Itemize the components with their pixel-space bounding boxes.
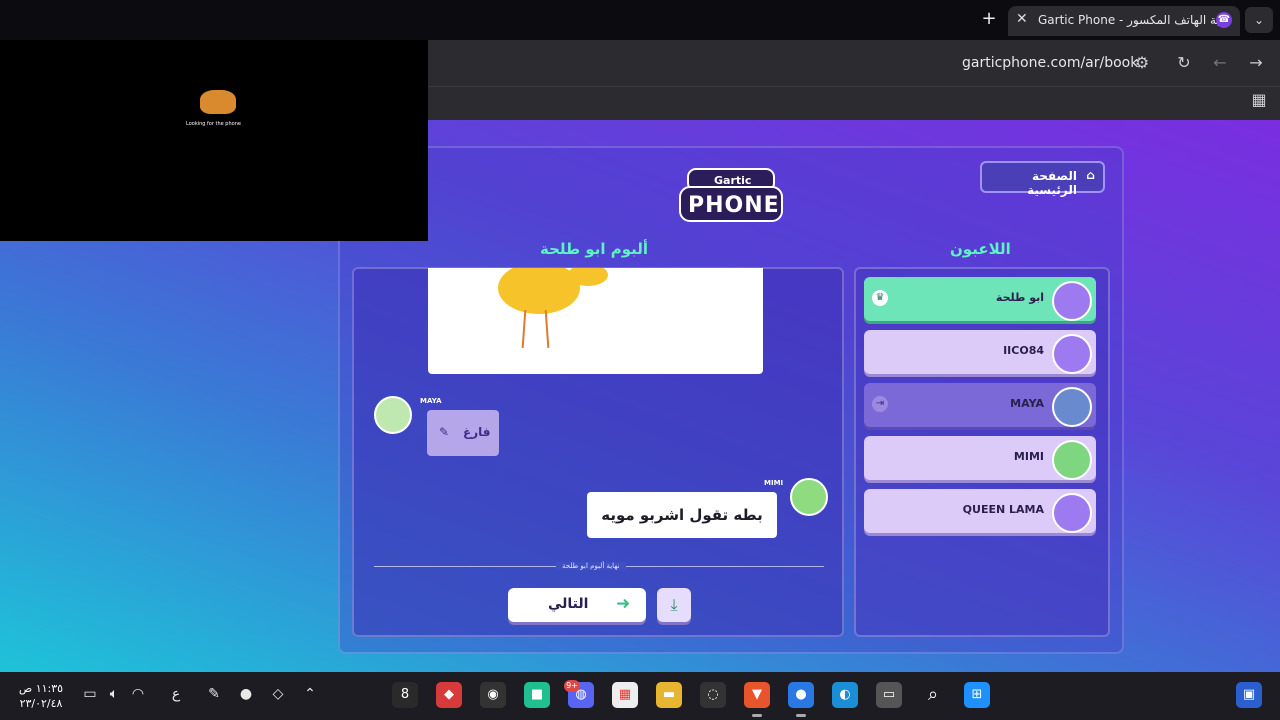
picture-in-picture-window[interactable]: Looking for the phone (0, 40, 428, 241)
time-text: ١١:٣٥ ص (18, 682, 64, 695)
home-button-label: الصفحة الرئيسية (1027, 169, 1077, 197)
favicon-icon: ☎ (1216, 12, 1232, 28)
next-button-label: التالي (548, 596, 589, 612)
download-button[interactable]: ⤓ (657, 588, 691, 622)
empty-answer-bubble: فارغ ✎ (427, 410, 499, 456)
drawing-canvas (428, 268, 763, 374)
message-author: MAYA (420, 397, 442, 405)
logo-bottom-text: PHONE (688, 193, 780, 218)
close-tab-icon[interactable]: ✕ (1016, 11, 1028, 27)
brave-icon[interactable]: ▼ (744, 682, 770, 717)
language-indicator[interactable]: ع (166, 686, 186, 702)
away-icon: ⇥ (872, 396, 888, 412)
album-end-label: نهاية ألبوم ابو طلحة (556, 562, 626, 570)
player-row: ♛ ابو طلحة (864, 277, 1096, 321)
tab-search-button[interactable]: ⌄ (1245, 7, 1273, 33)
avatar (1052, 281, 1092, 321)
empty-label: فارغ (463, 425, 491, 439)
duck-leg (544, 309, 550, 349)
next-button[interactable]: التالي ➜ (508, 588, 646, 622)
home-button[interactable]: ⌂ الصفحة الرئيسية (980, 161, 1105, 197)
crown-icon: ♛ (872, 290, 888, 306)
avatar (1052, 387, 1092, 427)
player-row: ⇥ MAYA (864, 383, 1096, 427)
reload-icon[interactable]: ↻ (1172, 51, 1196, 75)
chrome-icon[interactable]: ● (788, 682, 814, 717)
gartic-phone-logo: Gartic PHONE (678, 161, 784, 225)
address-bar[interactable]: garticphone.com/ar/book (962, 55, 1138, 71)
tab-title: Gartic Phone - لعبة الهاتف المكسور (1038, 13, 1230, 27)
app-chat-icon[interactable]: ■ (524, 682, 550, 708)
browser-tab[interactable]: ✕ Gartic Phone - لعبة الهاتف المكسور ☎ (1008, 6, 1240, 36)
app-game-icon[interactable]: ◆ (436, 682, 462, 708)
guess-bubble: بطه تقول اشربو مويه (587, 492, 777, 538)
avatar (790, 478, 828, 516)
bookmarks-bar (428, 86, 1280, 121)
edge-icon[interactable]: ◐ (832, 682, 858, 708)
taskbar (0, 672, 1280, 720)
logo-top-text: Gartic (714, 174, 752, 187)
pip-caption: Looking for the phone (186, 121, 241, 127)
album-heading: ألبوم ابو طلحة (540, 240, 649, 258)
player-row: IICO84 (864, 330, 1096, 374)
duck-head (568, 268, 608, 286)
clock[interactable]: ١١:٣٥ ص ٢٣/٠٢/٤٨ (18, 681, 64, 711)
duck-leg (521, 309, 527, 349)
forward-icon[interactable]: → (1244, 51, 1268, 75)
home-icon: ⌂ (1086, 168, 1095, 182)
battery-icon[interactable]: ▭ (80, 686, 100, 702)
player-name: ابو طلحة (995, 291, 1044, 304)
player-name: MAYA (1010, 397, 1044, 410)
player-name: QUEEN LAMA (962, 503, 1044, 516)
app-obs-icon[interactable]: ◉ (480, 682, 506, 708)
arrow-right-icon: ➜ (616, 594, 631, 614)
app-8ball-icon[interactable]: 8 (392, 682, 418, 708)
avatar (1052, 334, 1092, 374)
search-icon[interactable]: ⌕ (920, 682, 946, 708)
desktop-icon[interactable]: ▣ (1236, 682, 1262, 708)
site-settings-icon[interactable]: ⚙ (1130, 51, 1154, 75)
wifi-icon[interactable]: ◠ (128, 686, 148, 702)
avatar (374, 396, 412, 434)
back-icon[interactable]: ← (1208, 51, 1232, 75)
avatar (1052, 493, 1092, 533)
notification-badge: 9+ (564, 680, 580, 692)
date-text: ٢٣/٠٢/٤٨ (19, 697, 63, 710)
player-row: QUEEN LAMA (864, 489, 1096, 533)
windows-start-icon[interactable]: ⊞ (964, 682, 990, 708)
pen-icon[interactable]: ✎ (204, 686, 224, 702)
players-heading: اللاعبون (950, 240, 1011, 258)
tray-app-icon[interactable]: ◇ (268, 686, 288, 702)
player-row: MIMI (864, 436, 1096, 480)
cat-image (200, 90, 236, 114)
avatar (1052, 440, 1092, 480)
chevron-up-icon[interactable]: ⌃ (300, 686, 320, 702)
message-author: MIMI (764, 479, 784, 487)
download-icon: ⤓ (670, 595, 678, 614)
task-view-icon[interactable]: ▭ (876, 682, 902, 708)
new-tab-button[interactable]: + (978, 8, 1000, 30)
player-name: MIMI (1013, 450, 1044, 463)
player-name: IICO84 (1003, 344, 1044, 357)
apps-grid-icon[interactable]: ▦ (1247, 88, 1271, 112)
volume-icon[interactable]: 🔈︎ (104, 686, 124, 702)
store-icon[interactable]: ▦ (612, 682, 638, 708)
file-explorer-icon[interactable]: ▬ (656, 682, 682, 708)
pencil-icon: ✎ (439, 425, 450, 439)
app-steam-icon[interactable]: ◌ (700, 682, 726, 708)
microphone-icon[interactable]: ● (236, 686, 256, 702)
